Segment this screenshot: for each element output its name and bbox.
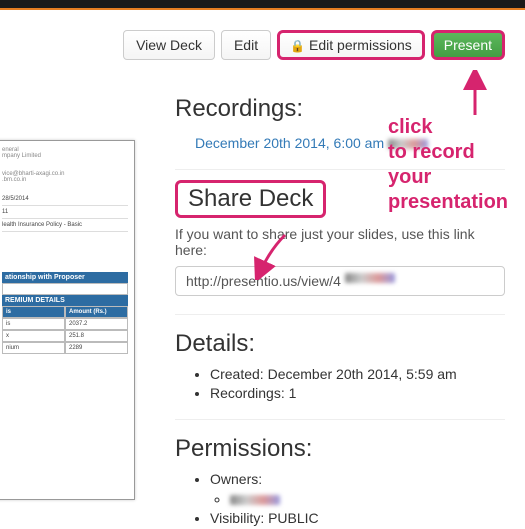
owner-item bbox=[230, 491, 505, 507]
thumbnail-column: eneralmpany Limited vice@bharti-axagi.co… bbox=[0, 70, 145, 529]
thumb-cell: is bbox=[2, 306, 65, 318]
toolbar: View Deck Edit Edit permissions Present bbox=[0, 10, 525, 70]
content: eneralmpany Limited vice@bharti-axagi.co… bbox=[0, 70, 525, 529]
thumb-row: 11 bbox=[2, 206, 128, 219]
main-column: Recordings: December 20th 2014, 6:00 am … bbox=[145, 70, 525, 529]
thumb-row: lealth Insurance Policy - Basic bbox=[2, 219, 128, 232]
detail-created: Created: December 20th 2014, 5:59 am bbox=[210, 366, 505, 382]
edit-permissions-label: Edit permissions bbox=[309, 37, 412, 53]
detail-recordings: Recordings: 1 bbox=[210, 385, 505, 401]
thumb-cell: 251.8 bbox=[65, 330, 128, 342]
details-heading: Details: bbox=[175, 330, 505, 358]
thumb-cell: nium bbox=[2, 342, 65, 354]
thumb-cell: 2037.2 bbox=[65, 318, 128, 330]
permissions-owners: Owners: bbox=[210, 471, 505, 507]
slide-thumbnail[interactable]: eneralmpany Limited vice@bharti-axagi.co… bbox=[0, 140, 135, 500]
details-list: Created: December 20th 2014, 5:59 am Rec… bbox=[210, 366, 505, 401]
edit-button[interactable]: Edit bbox=[221, 30, 271, 60]
recordings-heading: Recordings: bbox=[175, 95, 505, 123]
thumb-header: ationship with Proposer bbox=[2, 272, 128, 283]
separator bbox=[175, 314, 505, 315]
recording-link[interactable]: December 20th 2014, 6:00 am bbox=[195, 135, 428, 151]
thumb-cell: x bbox=[2, 330, 65, 342]
separator bbox=[175, 419, 505, 420]
blurred-text bbox=[388, 139, 428, 149]
lock-icon bbox=[290, 37, 305, 53]
blurred-text bbox=[230, 495, 280, 505]
share-helper-text: If you want to share just your slides, u… bbox=[175, 226, 505, 258]
thumb-cell: is bbox=[2, 318, 65, 330]
edit-permissions-button[interactable]: Edit permissions bbox=[277, 30, 425, 60]
share-deck-heading: Share Deck bbox=[175, 180, 326, 218]
blurred-text bbox=[345, 273, 395, 283]
top-bar bbox=[0, 0, 525, 10]
permissions-visibility: Visibility: PUBLIC bbox=[210, 510, 505, 526]
separator bbox=[175, 169, 505, 170]
permissions-list: Owners: Visibility: PUBLIC bbox=[210, 471, 505, 526]
thumb-cell: Amount (Rs.) bbox=[65, 306, 128, 318]
thumb-cell: 2289 bbox=[65, 342, 128, 354]
thumb-header: REMIUM DETAILS bbox=[2, 295, 128, 306]
present-button[interactable]: Present bbox=[431, 30, 505, 60]
share-url-input[interactable] bbox=[175, 266, 505, 296]
thumb-date: 28/5/2014 bbox=[2, 193, 128, 206]
view-deck-button[interactable]: View Deck bbox=[123, 30, 215, 60]
permissions-heading: Permissions: bbox=[175, 435, 505, 463]
